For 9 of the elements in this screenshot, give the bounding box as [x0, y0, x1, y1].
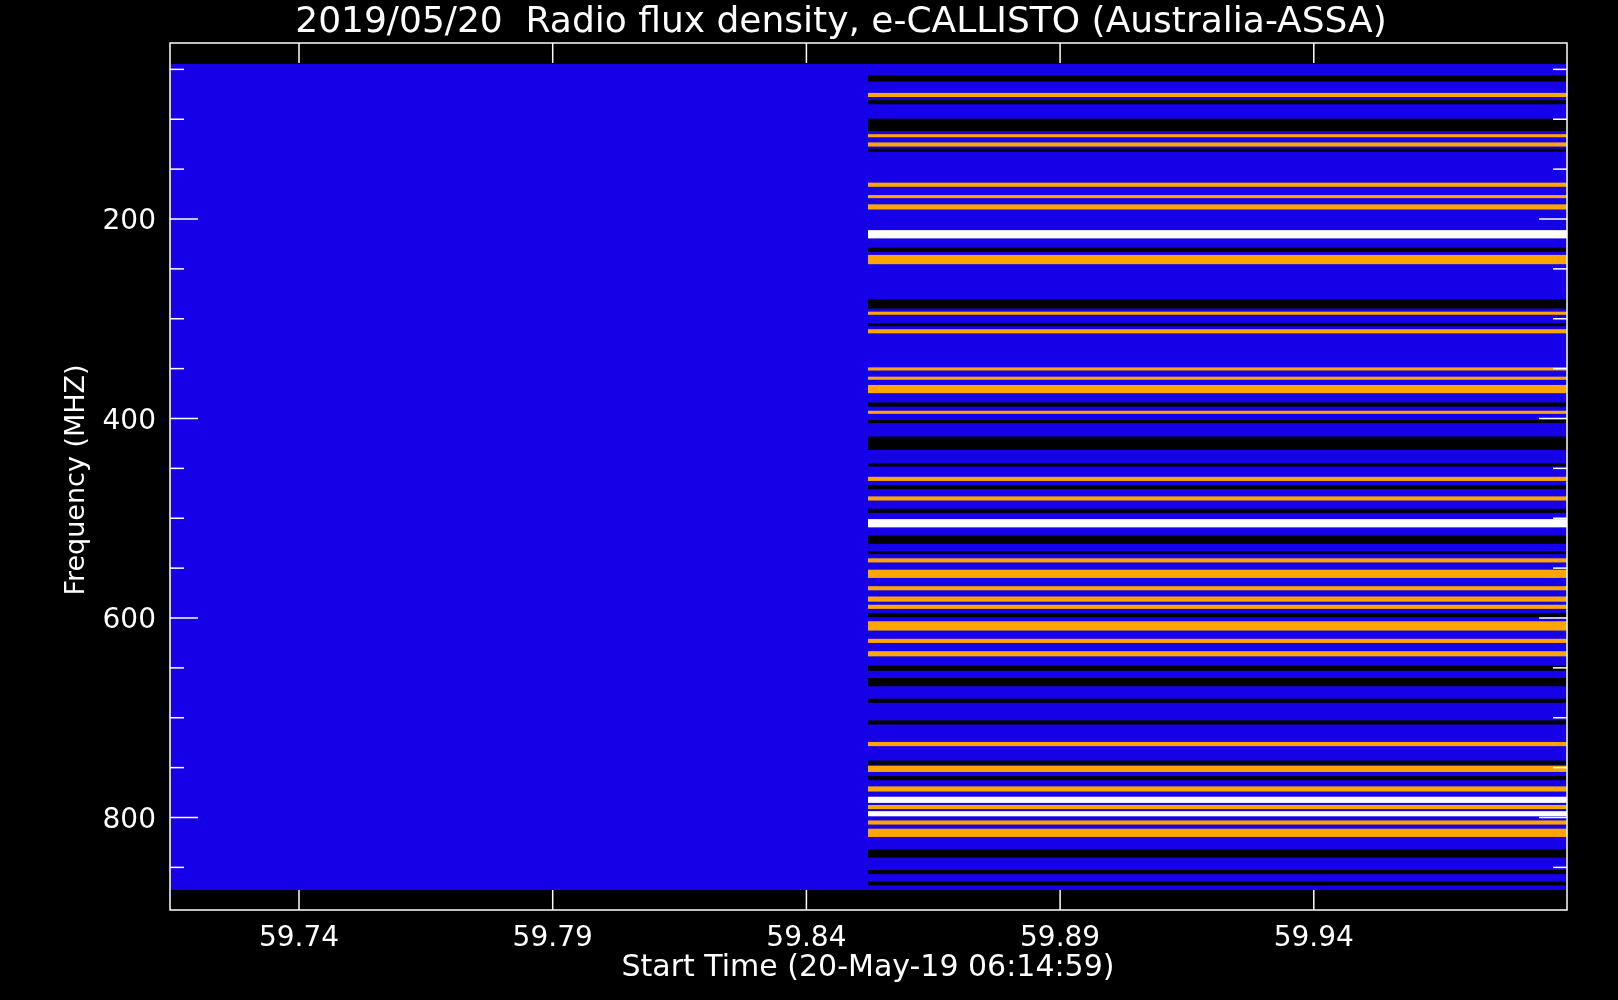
x-tick-label: 59.94	[1273, 920, 1354, 953]
y-axis-label: Frequency (MHZ)	[59, 364, 90, 596]
y-tick-label: 400	[102, 402, 156, 436]
x-tick-label: 59.74	[258, 920, 340, 953]
y-tick-label: 600	[102, 602, 156, 635]
x-tick-label: 59.79	[512, 920, 593, 953]
chart-title: 2019/05/20 Radio flux density, e-CALLISTO (Australia-ASSA)	[295, 0, 1387, 40]
y-tick-label: 200	[102, 203, 156, 236]
y-tick-label: 800	[102, 801, 156, 835]
